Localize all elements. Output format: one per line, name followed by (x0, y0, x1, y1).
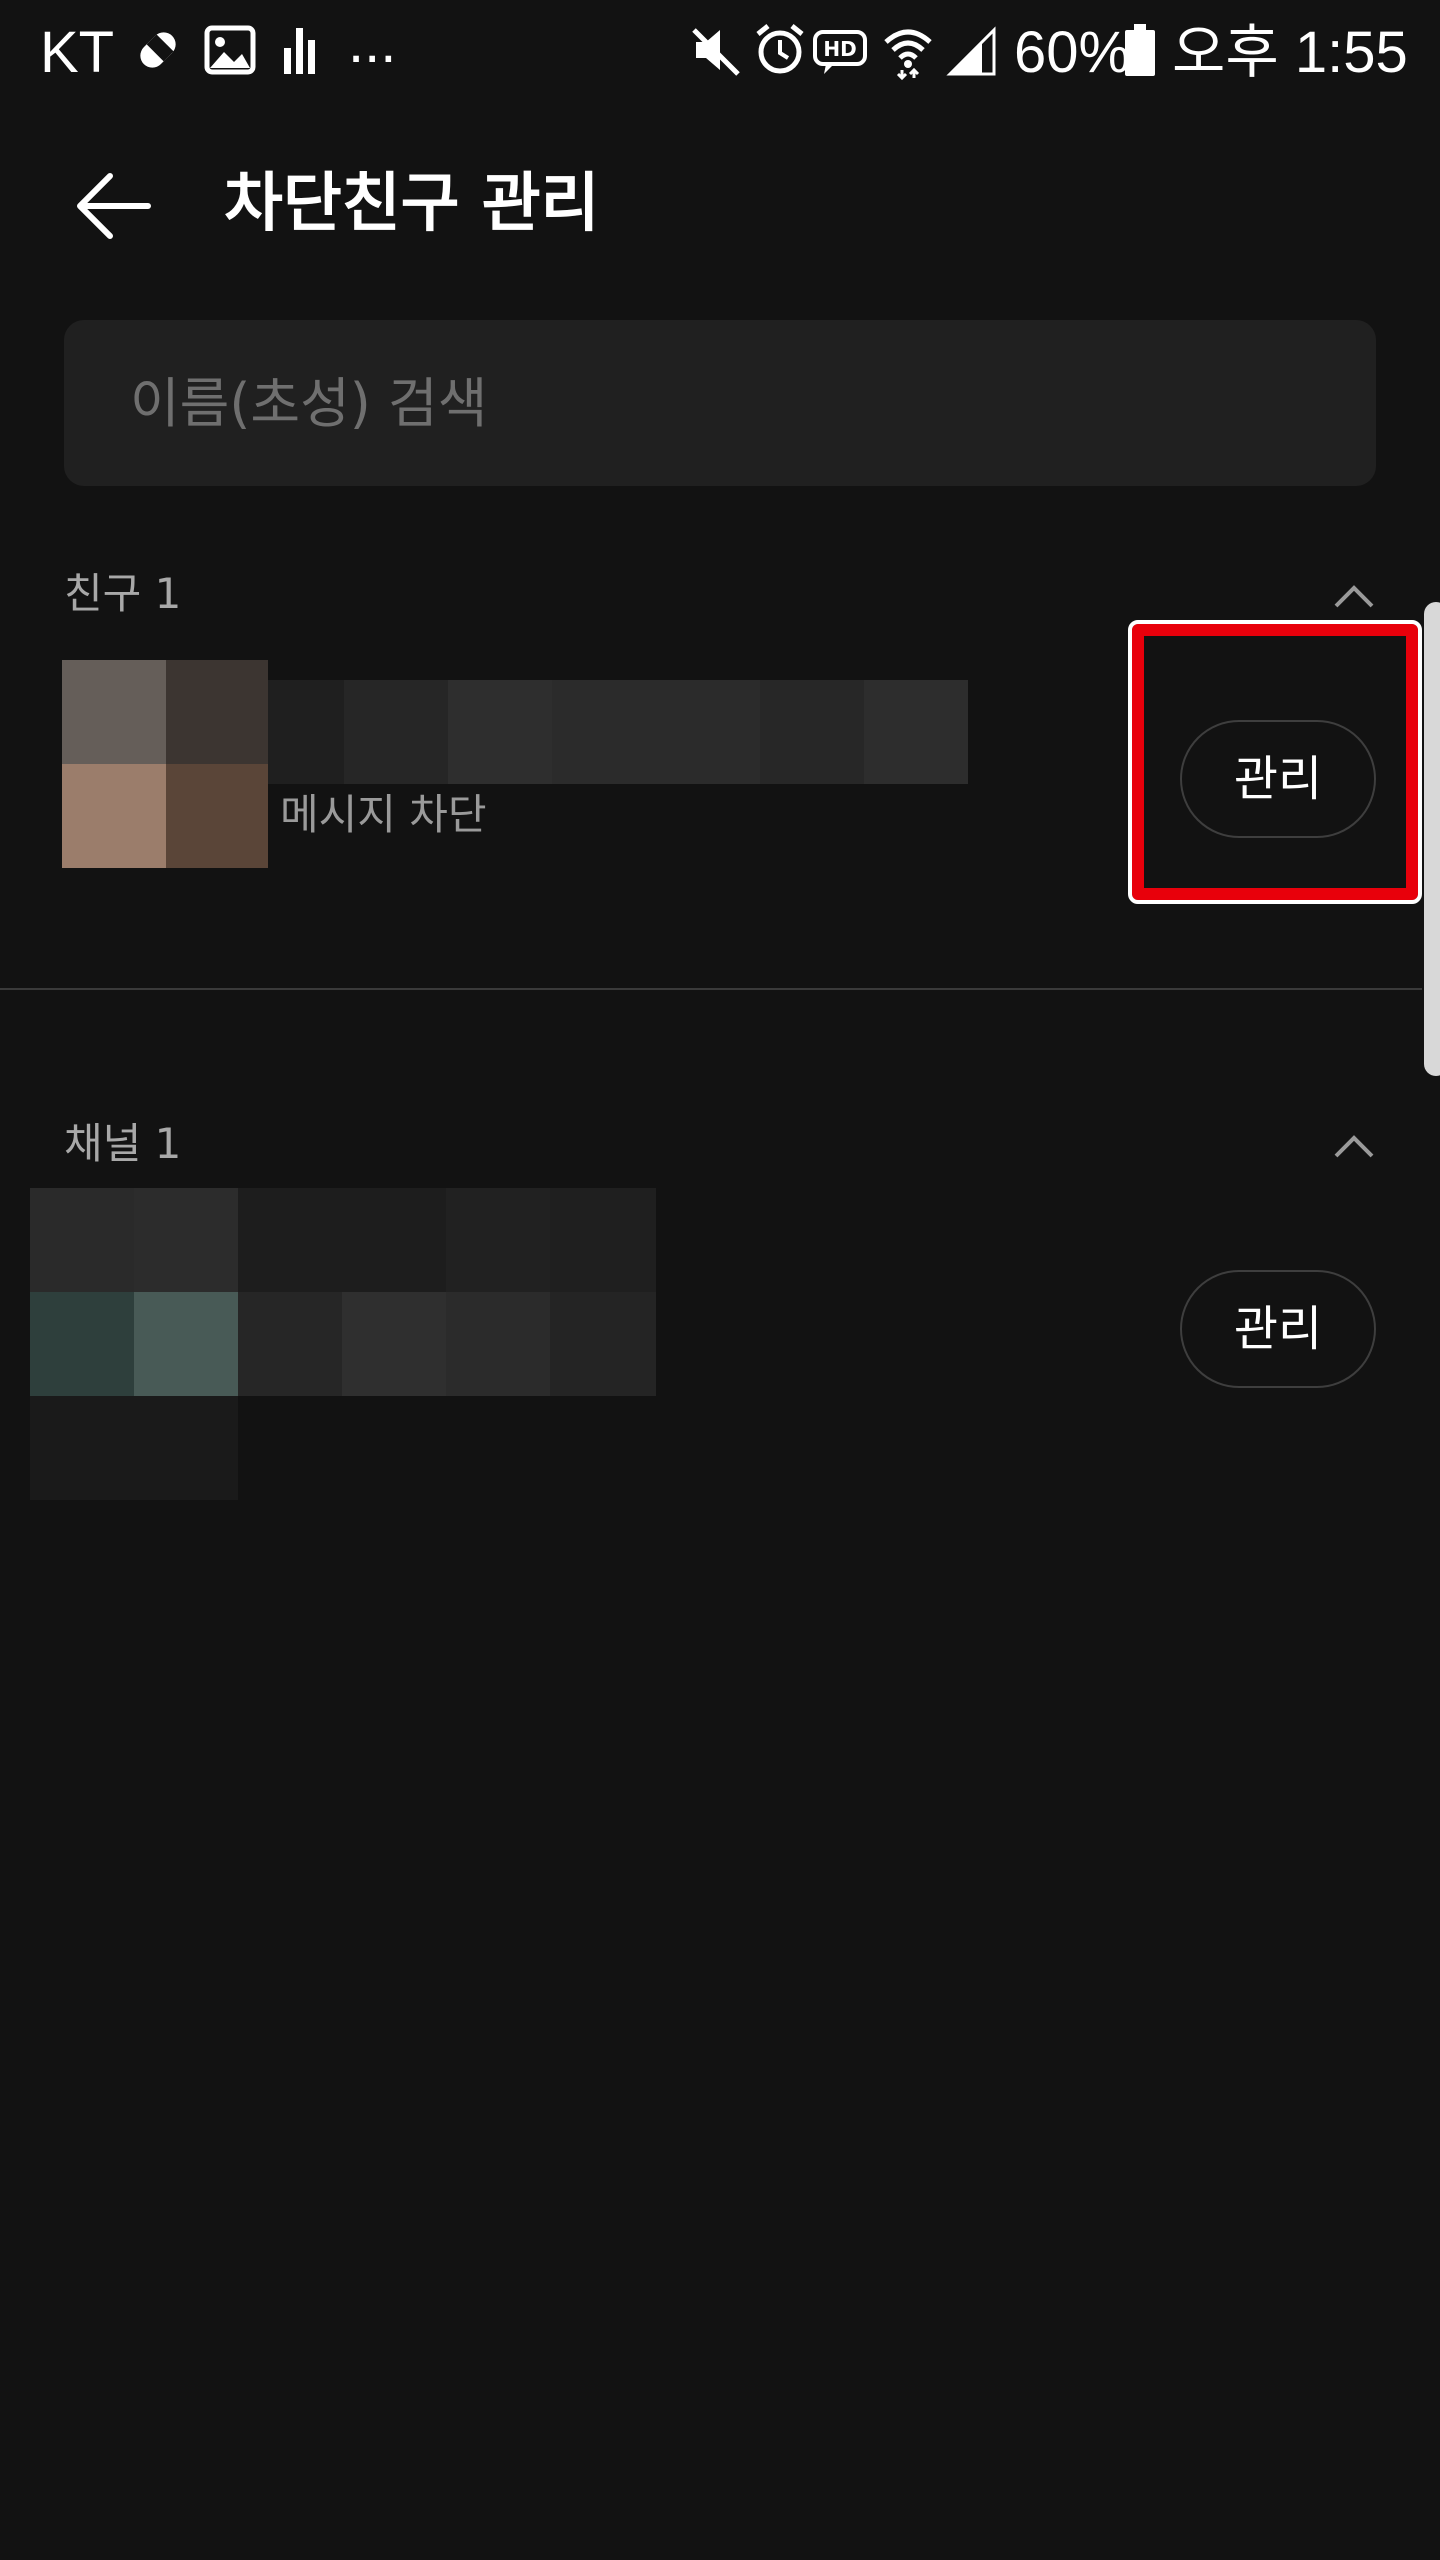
highlight-box (1128, 620, 1422, 904)
wifi-icon (884, 29, 932, 80)
battery-icon (1125, 24, 1155, 76)
signal-icon (946, 26, 996, 76)
block-status: 메시지 차단 (280, 790, 487, 839)
bar-chart-icon (284, 28, 315, 74)
back-arrow-icon[interactable] (74, 170, 152, 242)
page-title: 차단친구 관리 (224, 167, 600, 241)
chevron-up-icon[interactable] (1330, 1130, 1378, 1162)
scrollbar[interactable] (1424, 602, 1440, 1076)
mute-icon (692, 28, 740, 76)
bandage-icon (140, 32, 176, 68)
svg-text:HD: HD (823, 37, 856, 61)
more-notifications: ... (348, 10, 397, 75)
avatar (62, 660, 268, 868)
redacted-name (268, 680, 968, 784)
battery-percent: 60% (1014, 20, 1131, 85)
image-icon (204, 25, 256, 75)
manage-button[interactable]: 관리 (1180, 1270, 1376, 1388)
avatar (30, 1188, 656, 1500)
clock: 오후 1:55 (1172, 20, 1408, 85)
carrier-label: KT (40, 20, 115, 85)
friends-section-label: 친구 1 (64, 569, 182, 618)
hd-voice-icon: HD (813, 30, 867, 74)
divider (0, 988, 1422, 990)
chevron-up-icon[interactable] (1330, 580, 1378, 612)
channels-section-label: 채널 1 (64, 1119, 182, 1168)
alarm-icon (756, 24, 804, 74)
search-input[interactable] (64, 320, 1376, 486)
